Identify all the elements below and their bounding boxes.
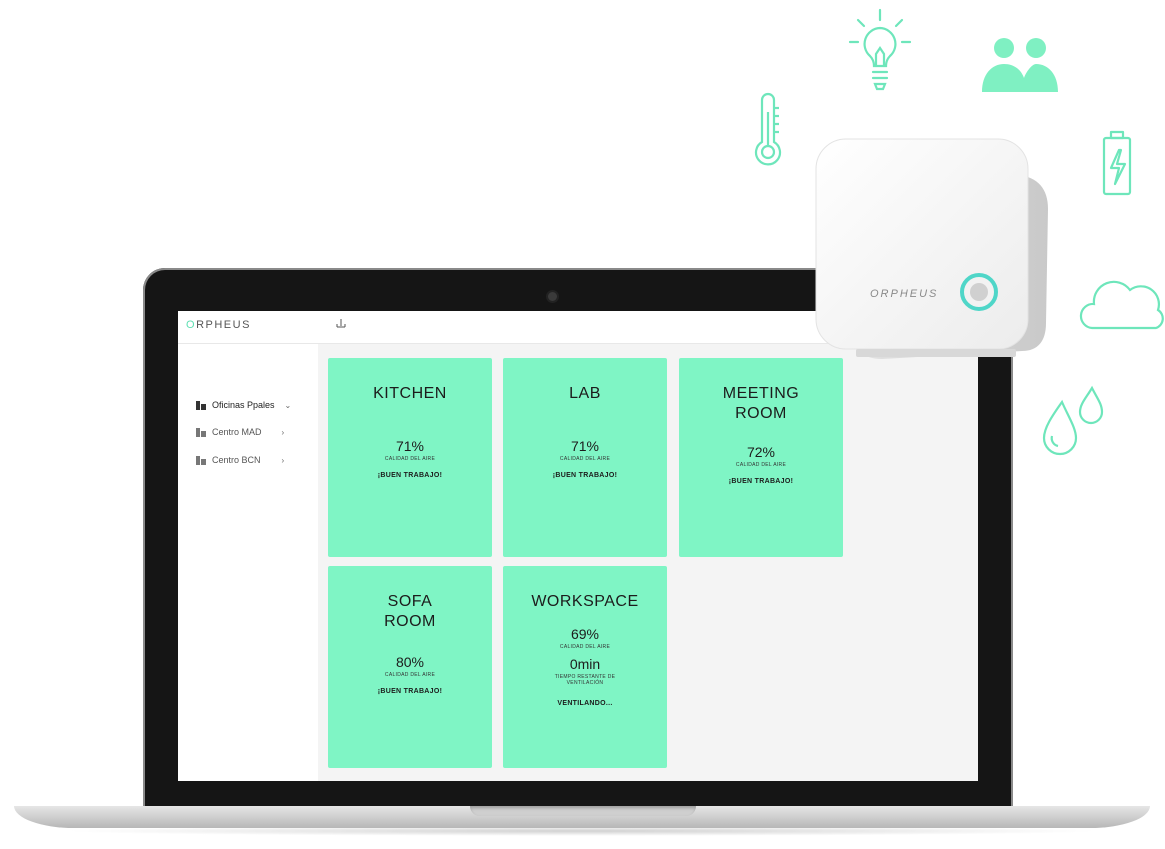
thermometer-icon [754,92,782,166]
water-drops-icon [1042,385,1104,456]
sidebar-item-label: Centro MAD [212,427,262,437]
sidebar-item-label: Centro BCN [212,455,261,465]
room-name: SOFA ROOM [328,592,492,632]
rooms-grid: KITCHEN 71% CALIDAD DEL AIRE ¡BUEN TRABA… [318,344,978,781]
room-name: LAB [569,385,601,402]
room-name-line-2: ROOM [384,613,436,630]
air-quality-value: 80% [395,654,425,670]
air-quality-label: CALIDAD DEL AIRE [384,672,436,678]
room-name: WORKSPACE [531,593,639,610]
download-icon[interactable] [336,319,346,332]
room-name-line-2: ROOM [735,405,787,422]
sidebar-item-label: Oficinas Ppales [212,400,275,410]
room-card-lab[interactable]: LAB 71% CALIDAD DEL AIRE ¡BUEN TRABAJO! [503,358,667,557]
air-quality-label: CALIDAD DEL AIRE [559,456,611,462]
room-card-kitchen[interactable]: KITCHEN 71% CALIDAD DEL AIRE ¡BUEN TRABA… [328,358,492,557]
status-message: ¡BUEN TRABAJO! [377,472,443,479]
air-quality-value: 71% [395,438,425,454]
cloud-icon [1079,280,1164,330]
status-message: ¡BUEN TRABAJO! [728,478,794,485]
status-message: VENTILANDO... [557,700,613,707]
building-icon [196,427,206,437]
laptop-camera [548,292,557,301]
room-name: MEETING ROOM [679,384,843,424]
laptop-opening-notch [470,806,696,816]
room-name-line-1: MEETING [722,385,800,402]
room-card-workspace[interactable]: WORKSPACE 69% CALIDAD DEL AIRE 0min TIEM… [503,566,667,768]
app-logo[interactable]: ORPHEUS [186,319,251,331]
chevron-right-icon[interactable]: › [282,428,285,437]
air-quality-value: 72% [746,444,776,460]
sidebar: Oficinas Ppales ⌄ Centro MAD › Centro BC… [178,344,318,781]
people-icon [982,38,1058,92]
air-quality-label: CALIDAD DEL AIRE [559,644,611,650]
room-card-meeting-room[interactable]: MEETING ROOM 72% CALIDAD DEL AIRE ¡BUEN … [679,358,843,557]
chevron-right-icon[interactable]: › [282,456,285,465]
battery-icon [1102,130,1132,196]
status-message: ¡BUEN TRABAJO! [377,688,443,695]
building-icon [196,400,206,410]
room-card-sofa-room[interactable]: SOFA ROOM 80% CALIDAD DEL AIRE ¡BUEN TRA… [328,566,492,768]
device-brand-label: ORPHEUS [870,288,938,300]
air-quality-label: CALIDAD DEL AIRE [384,456,436,462]
lightbulb-icon [848,8,912,91]
air-quality-value: 71% [570,438,600,454]
sidebar-item-oficinas-ppales[interactable]: Oficinas Ppales ⌄ [196,400,291,410]
status-message: ¡BUEN TRABAJO! [552,472,618,479]
ventilation-time-value: 0min [569,656,601,672]
chevron-down-icon[interactable]: ⌄ [285,401,292,410]
air-quality-value: 69% [570,626,600,642]
device-button [970,283,988,301]
sidebar-item-centro-bcn[interactable]: Centro BCN › [196,455,284,465]
laptop-screen: ORPHEUS Oficinas Ppales ⌄ Centro MAD › C… [178,311,978,781]
room-name: KITCHEN [373,385,447,402]
ventilation-time-label-line-2: VENTILACIÓN [566,680,604,686]
air-quality-label: CALIDAD DEL AIRE [735,462,787,468]
sidebar-item-centro-mad[interactable]: Centro MAD › [196,427,284,437]
orpheus-sensor-device: ORPHEUS [815,138,1048,359]
room-name-line-1: SOFA [387,593,433,610]
building-icon [196,455,206,465]
